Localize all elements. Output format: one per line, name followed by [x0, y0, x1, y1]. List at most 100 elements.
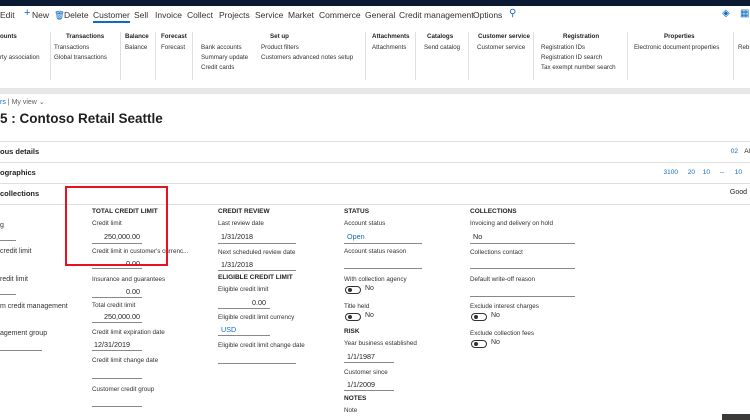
account-status-input[interactable]: Open [347, 232, 365, 241]
ribbon-item-registration-ids[interactable]: Registration IDs [541, 44, 585, 51]
title-held-toggle[interactable] [345, 313, 361, 321]
view-selector[interactable]: My view [12, 99, 37, 106]
exclude-collection-fees-value: No [491, 339, 500, 346]
ribbon-item-product-filters[interactable]: Product filters [261, 44, 299, 51]
field-underline [92, 406, 142, 407]
total-credit-limit-label: Total credit limit [92, 302, 136, 309]
field-underline [218, 308, 270, 309]
field-underline [218, 335, 270, 336]
fasttab-miscellaneous-details[interactable]: ous details 02 Al [0, 141, 750, 163]
search-icon[interactable]: ⚲ [509, 8, 516, 19]
breadcrumb: rs | My view ⌄ [0, 98, 45, 106]
menu-options[interactable]: Options [473, 10, 502, 20]
title-held-value: No [365, 312, 374, 319]
invoicing-on-hold-input[interactable]: No [473, 232, 482, 241]
menu-service[interactable]: Service [255, 10, 283, 20]
expiration-date-input[interactable]: 12/31/2019 [94, 340, 130, 349]
ribbon-group-attachments-title: Attachments [372, 33, 410, 40]
menu-sell[interactable]: Sell [134, 10, 148, 20]
invoicing-on-hold-label: Invoicing and delivery on hold [470, 220, 553, 227]
eligible-credit-limit-change-date-label: Eligible credit limit change date [218, 342, 305, 349]
diamond-icon[interactable]: ◈ [722, 8, 730, 19]
menu-delete[interactable]: Delete [64, 10, 89, 20]
fasttab-summary: 02 [730, 148, 738, 155]
ribbon-group-setup-title: Set up [270, 33, 289, 40]
expiration-date-label: Credit limit expiration date [92, 329, 165, 336]
office-icon[interactable]: ▦ [740, 8, 749, 19]
field-underline [470, 268, 575, 269]
exclude-collection-fees-toggle[interactable] [471, 340, 487, 348]
ribbon-item-bank-accounts[interactable]: Bank accounts [201, 44, 242, 51]
ribbon-group-balance-title: Balance [125, 33, 149, 40]
menu-credit-management[interactable]: Credit management [399, 10, 474, 20]
field-underline [470, 296, 575, 297]
ribbon-group-properties-title: Properties [664, 33, 695, 40]
ribbon-item-send-catalog[interactable]: Send catalog [424, 44, 460, 51]
ribbon-separator [50, 32, 51, 80]
ribbon-item-balance[interactable]: Balance [125, 44, 147, 51]
ribbon-item-credit-cards[interactable]: Credit cards [201, 64, 234, 71]
fasttab-chip: 3100 [663, 169, 678, 176]
group-header-eligible-credit-limit: ELIGIBLE CREDIT LIMIT [218, 274, 293, 281]
menu-edit[interactable]: Edit [0, 10, 15, 20]
eligible-credit-limit-input[interactable]: 0.00 [218, 298, 266, 307]
menu-commerce[interactable]: Commerce [319, 10, 361, 20]
ribbon-item-attachments[interactable]: Attachments [372, 44, 406, 51]
menu-general[interactable]: General [365, 10, 395, 20]
ribbon-separator [192, 32, 193, 80]
title-held-label: Title held [344, 303, 370, 310]
group-header-collections: COLLECTIONS [470, 208, 517, 215]
ribbon-separator [733, 32, 734, 80]
ribbon-separator [155, 32, 156, 80]
fasttab-label: ous details [0, 147, 40, 156]
menu-invoice[interactable]: Invoice [155, 10, 182, 20]
fasttab-demographics[interactable]: ographics 3100 20 10 -- 10 [0, 162, 750, 184]
exclude-interest-charges-label: Exclude interest charges [470, 303, 539, 310]
ribbon-separator [365, 32, 366, 80]
note-label: Note [344, 407, 358, 414]
ribbon-item-tax-exempt-number-search[interactable]: Tax exempt number search [541, 64, 616, 71]
ribbon-item-customers-advanced-notes-setup[interactable]: Customers advanced notes setup [261, 54, 353, 61]
breadcrumb-link[interactable]: rs [0, 99, 6, 106]
customer-since-input[interactable]: 1/1/2009 [347, 380, 375, 389]
fasttab-chip: -- [719, 169, 724, 176]
field-underline [92, 268, 142, 269]
ribbon-separator [627, 32, 628, 80]
ribbon-separator [120, 32, 121, 80]
collection-agency-toggle[interactable] [345, 286, 361, 294]
menu-customer[interactable]: Customer [93, 10, 130, 23]
ribbon-item-rebate[interactable]: Reb [738, 44, 749, 51]
last-review-date-input[interactable]: 1/31/2018 [221, 232, 253, 241]
account-status-reason-label: Account status reason [344, 248, 407, 255]
next-review-date-input[interactable]: 1/31/2018 [221, 260, 253, 269]
fasttab-label: collections [0, 189, 40, 198]
ribbon-item-party-association[interactable]: rty association [0, 54, 40, 61]
menu-collect[interactable]: Collect [187, 10, 213, 20]
ribbon-item-customer-service[interactable]: Customer service [477, 44, 525, 51]
ribbon-group-transactions-title: Transactions [66, 33, 105, 40]
menu-market[interactable]: Market [288, 10, 314, 20]
menu-new[interactable]: New [32, 10, 49, 20]
exclude-interest-charges-value: No [491, 312, 500, 319]
field-underline [344, 390, 394, 391]
ribbon-item-registration-id-search[interactable]: Registration ID search [541, 54, 602, 61]
highlight-rectangle [65, 186, 168, 266]
ribbon-item-summary-update[interactable]: Summary update [201, 54, 248, 61]
fasttab-chip: 10 [734, 169, 742, 176]
insurance-input[interactable]: 0.00 [92, 287, 140, 296]
chevron-down-icon[interactable]: ⌄ [39, 99, 45, 106]
menu-projects[interactable]: Projects [219, 10, 250, 20]
ribbon-item-forecast[interactable]: Forecast [161, 44, 185, 51]
year-established-input[interactable]: 1/1/1987 [347, 352, 375, 361]
field-underline [0, 350, 42, 351]
year-established-label: Year business established [344, 340, 417, 347]
ribbon-item-transactions[interactable]: Transactions [54, 44, 89, 51]
ribbon-item-global-transactions[interactable]: Global transactions [54, 54, 107, 61]
exclude-collection-fees-label: Exclude collection fees [470, 330, 535, 337]
eligible-credit-limit-currency-input[interactable]: USD [221, 325, 236, 334]
exclude-interest-charges-toggle[interactable] [471, 313, 487, 321]
customer-since-label: Customer since [344, 369, 388, 376]
fasttab-summary: Good [729, 189, 747, 196]
ribbon-item-electronic-document-properties[interactable]: Electronic document properties [634, 44, 719, 51]
field-label: agement group [0, 330, 48, 337]
